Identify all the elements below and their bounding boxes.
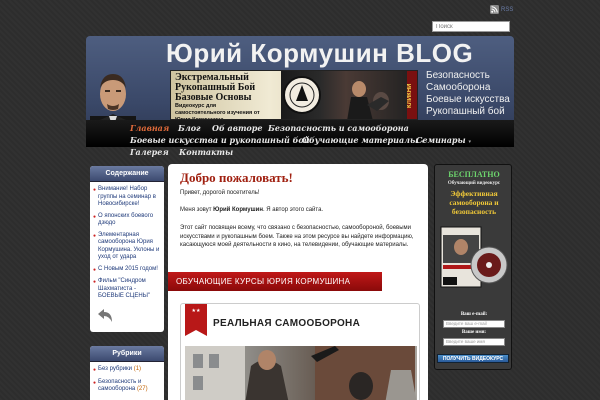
header-topic: Рукопашный бой — [426, 106, 505, 117]
nav-materials-label: Обучающие материалы — [302, 135, 419, 145]
bullet-icon: ● — [93, 266, 97, 273]
list-item[interactable]: ● Фильм "Синдром Шахматиста - БОЕВЫЕ СЦЕН… — [93, 278, 161, 301]
rubric-link[interactable]: Без рубрики — [98, 366, 132, 372]
banner-line-3: Базовые Основы — [175, 92, 252, 103]
header-topic: Безопасность — [426, 70, 490, 81]
bullet-icon: ● — [93, 187, 97, 193]
nav-materials[interactable]: Обучающие материалы ▾ — [302, 135, 423, 145]
email-label: Ваш e-mail: — [460, 312, 488, 317]
nav-seminars[interactable]: Семинары ▾ — [416, 135, 471, 145]
back-arrow-icon[interactable] — [96, 308, 114, 328]
name-field[interactable]: Введите ваше имя — [443, 338, 505, 346]
rubrics-widget: Рубрики ● Без рубрики (1) ● Безопасность и… — [90, 346, 164, 400]
contents-link[interactable]: Фильм "Синдром Шахматиста - БОЕВЫЕ СЦЕНЫ… — [98, 278, 161, 301]
email-field[interactable]: Введите ваш e-mail — [443, 320, 505, 328]
bullet-icon: ● — [93, 279, 97, 285]
list-item[interactable]: ● Безопасность и самооборона (27) — [93, 379, 161, 394]
bullet-icon: ● — [93, 367, 97, 373]
free-course-widget: БЕСПЛАТНО Обучающий видеокурс Эффективна… — [434, 164, 512, 370]
nav-blog[interactable]: Блог — [178, 123, 201, 133]
blog-title[interactable]: Юрий Кормушин BLOG — [166, 38, 473, 69]
chevron-down-icon: ▾ — [468, 139, 471, 145]
header-topic: Самооборона — [426, 82, 491, 93]
bullet-icon: ● — [93, 232, 97, 239]
nav-martial-arts[interactable]: Боевые искусства и рукопашный бой — [130, 135, 310, 145]
list-item[interactable]: ● С Новым 2015 годом! — [93, 266, 161, 275]
bullet-icon: ● — [93, 213, 97, 220]
header-topic: Боевые искусства — [426, 94, 510, 105]
list-item[interactable]: ● Внимание! Набор группы на семинар в Нов… — [93, 186, 161, 209]
contents-link[interactable]: Внимание! Набор группы на семинар в Ново… — [98, 186, 161, 209]
site-header: Юрий Кормушин BLOG Экстремальный Рукопаш… — [86, 36, 514, 147]
course-title[interactable]: РЕАЛЬНАЯ САМООБОРОНА — [213, 318, 360, 329]
intro-prefix: Меня зовут — [180, 207, 214, 213]
course-card[interactable]: ★★ РЕАЛЬНАЯ САМООБОРОНА — [180, 303, 420, 400]
rubrics-title: Рубрики — [90, 346, 164, 362]
banner-click-tag: КЛИКНИ — [407, 71, 417, 119]
banner-photo — [281, 71, 411, 119]
nav-seminars-label: Семинары — [416, 135, 466, 145]
contents-link[interactable]: С Новым 2015 годом! — [98, 266, 158, 275]
list-item[interactable]: ● О японских боевого дзюдо — [93, 213, 161, 228]
course-photo — [185, 346, 417, 400]
rubric-link[interactable]: Безопасность и самооборона — [98, 379, 141, 393]
ad-subtitle: Обучающий видеокурс — [447, 181, 501, 186]
page-title: Добро пожаловать! — [180, 170, 293, 185]
rubric-count: (1) — [133, 366, 142, 372]
ad-free-label: БЕСПЛАТНО — [448, 170, 500, 179]
nav-contacts[interactable]: Контакты — [179, 147, 233, 157]
nav-about[interactable]: Об авторе — [212, 123, 262, 133]
bullet-icon: ● — [93, 379, 97, 386]
header-topics: Безопасность Самооборона Боевые искусств… — [426, 70, 510, 118]
nav-home[interactable]: Главная — [130, 123, 169, 133]
greeting-text: Привет, дорогой посетитель! — [180, 190, 260, 196]
rubric-count: (27) — [136, 386, 148, 392]
nav-row-2: Галерея Контакты — [86, 147, 514, 160]
author-name: Юрий Кормушин — [213, 207, 263, 213]
contents-link[interactable]: О японских боевого дзюдо — [98, 213, 161, 228]
name-label: Ваше имя: — [461, 330, 487, 335]
nav-safety[interactable]: Безопасность и самооборона — [268, 123, 409, 133]
dvd-cover-image — [439, 225, 509, 293]
get-course-button[interactable]: ПОЛУЧИТЬ ВИДЕОКУРС — [437, 354, 509, 363]
intro-text: Меня зовут Юрий Кормушин. Я автор этого … — [180, 206, 420, 215]
courses-ribbon: ОБУЧАЮЩИЕ КУРСЫ ЮРИЯ КОРМУШИНА — [168, 272, 382, 291]
contents-title: Содержание — [90, 166, 164, 182]
main-nav: Главная Блог Об авторе Безопасность и са… — [86, 120, 514, 147]
ad-headline: Эффективная самооборона и безопасность — [449, 189, 499, 216]
intro-suffix: . Я автор этого сайта. — [262, 207, 324, 213]
nav-gallery[interactable]: Галерея — [130, 147, 169, 157]
banner-subtitle: Видеокурс для самостоятельного изучения … — [175, 103, 260, 120]
rss-link[interactable]: RSS — [490, 5, 513, 14]
contents-link[interactable]: Элементарная самооборона Юрия Кормушина.… — [98, 232, 161, 262]
search-input[interactable] — [432, 21, 510, 32]
rss-label: RSS — [501, 6, 514, 13]
rss-icon — [490, 5, 499, 14]
list-item[interactable]: ● Без рубрики (1) — [93, 366, 161, 375]
list-item[interactable]: ● Элементарная самооборона Юрия Кормушина… — [93, 232, 161, 262]
about-paragraph: Этот сайт посвящен всему, что связано с … — [180, 225, 414, 248]
course-badge: ★★ — [185, 304, 207, 336]
course-banner[interactable]: Экстремальный Рукопашный Бой Базовые Осн… — [170, 70, 418, 120]
